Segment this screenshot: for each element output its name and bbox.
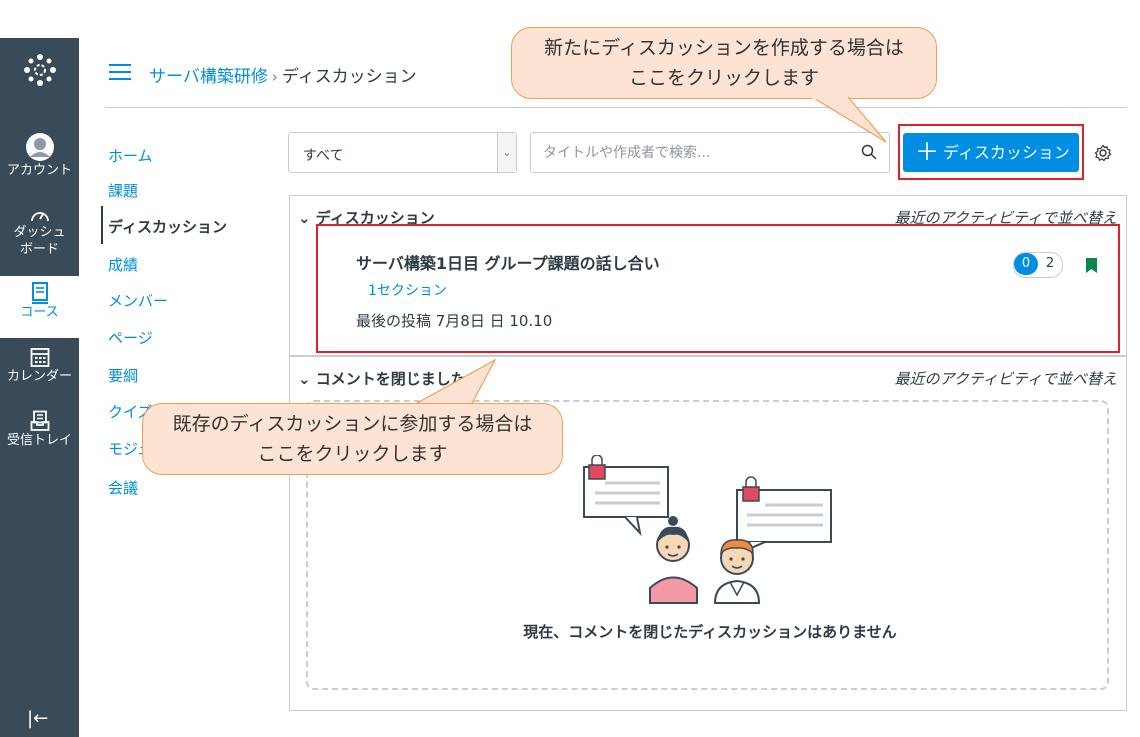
closed-sort[interactable]: 最近のアクティビティで並べ替え (895, 368, 1117, 389)
callout-join-line1: 既存のディスカッションに参加する場合は (172, 413, 533, 435)
callout-join-line2: ここをクリックします (257, 443, 448, 465)
chevron-down-icon[interactable]: ⌄ (497, 133, 516, 172)
dashboard-icon (30, 212, 49, 222)
course-nav-conferences[interactable]: 会議 (108, 477, 138, 498)
highlight-box-add (898, 124, 1084, 180)
course-nav-pages[interactable]: ページ (108, 327, 153, 348)
highlight-box-discussion (316, 224, 1120, 353)
nav-account-label: アカウント (6, 163, 72, 178)
search-icon[interactable] (861, 144, 877, 160)
nav-calendar[interactable]: カレンダー (0, 346, 79, 385)
nav-inbox-label: 受信トレイ (6, 433, 72, 448)
avatar-icon (25, 133, 54, 161)
inbox-icon (30, 410, 49, 431)
breadcrumb-course[interactable]: サーバ構築研修 (149, 67, 268, 87)
calendar-icon (30, 348, 49, 367)
courses-icon (31, 282, 48, 304)
course-nav-syllabus[interactable]: 要綱 (108, 365, 138, 386)
header-divider (105, 107, 1127, 108)
nav-dashboard[interactable]: ダッシュ ボード (0, 206, 79, 258)
nav-courses[interactable]: コース (0, 276, 79, 338)
nav-account[interactable]: アカウント (0, 132, 79, 179)
course-nav-grades[interactable]: 成績 (108, 254, 138, 275)
empty-state-text: 現在、コメントを閉じたディスカッションはありません (523, 623, 897, 641)
empty-illustration (583, 455, 832, 604)
callout-create-line1: 新たにディスカッションを作成する場合は (544, 37, 904, 59)
course-nav-people[interactable]: メンバー (108, 290, 168, 311)
collapse-nav-icon[interactable]: |← (27, 708, 48, 729)
callout-join-pointer (409, 358, 497, 408)
callout-create-pointer (811, 96, 887, 143)
nav-dashboard-label-2: ボード (19, 242, 59, 257)
callout-create-line2: ここをクリックします (628, 67, 819, 89)
breadcrumb-page: ディスカッション (281, 67, 417, 87)
nav-inbox[interactable]: 受信トレイ (0, 410, 79, 449)
nav-dashboard-label-1: ダッシュ (13, 225, 66, 240)
filter-select[interactable]: すべて ⌄ (288, 132, 517, 173)
callout-create: 新たにディスカッションを作成する場合は ここをクリックします (511, 27, 937, 99)
logo[interactable] (0, 52, 79, 88)
breadcrumb-separator: › (271, 68, 278, 86)
nav-calendar-label: カレンダー (6, 369, 72, 384)
gear-icon[interactable] (1094, 144, 1112, 162)
breadcrumb: サーバ構築研修 › ディスカッション (149, 62, 417, 87)
hamburger-menu-icon[interactable] (109, 64, 131, 80)
nav-courses-label: コース (20, 305, 59, 320)
canvas-logo-icon (23, 54, 56, 86)
course-nav-home[interactable]: ホーム (108, 145, 153, 166)
filter-select-value: すべて (303, 148, 344, 164)
callout-join: 既存のディスカッションに参加する場合は ここをクリックします (142, 403, 563, 475)
course-nav-assignments[interactable]: 課題 (108, 180, 138, 201)
course-nav-discussions[interactable]: ディスカッション (108, 216, 227, 237)
course-nav-active-indicator (101, 206, 103, 244)
